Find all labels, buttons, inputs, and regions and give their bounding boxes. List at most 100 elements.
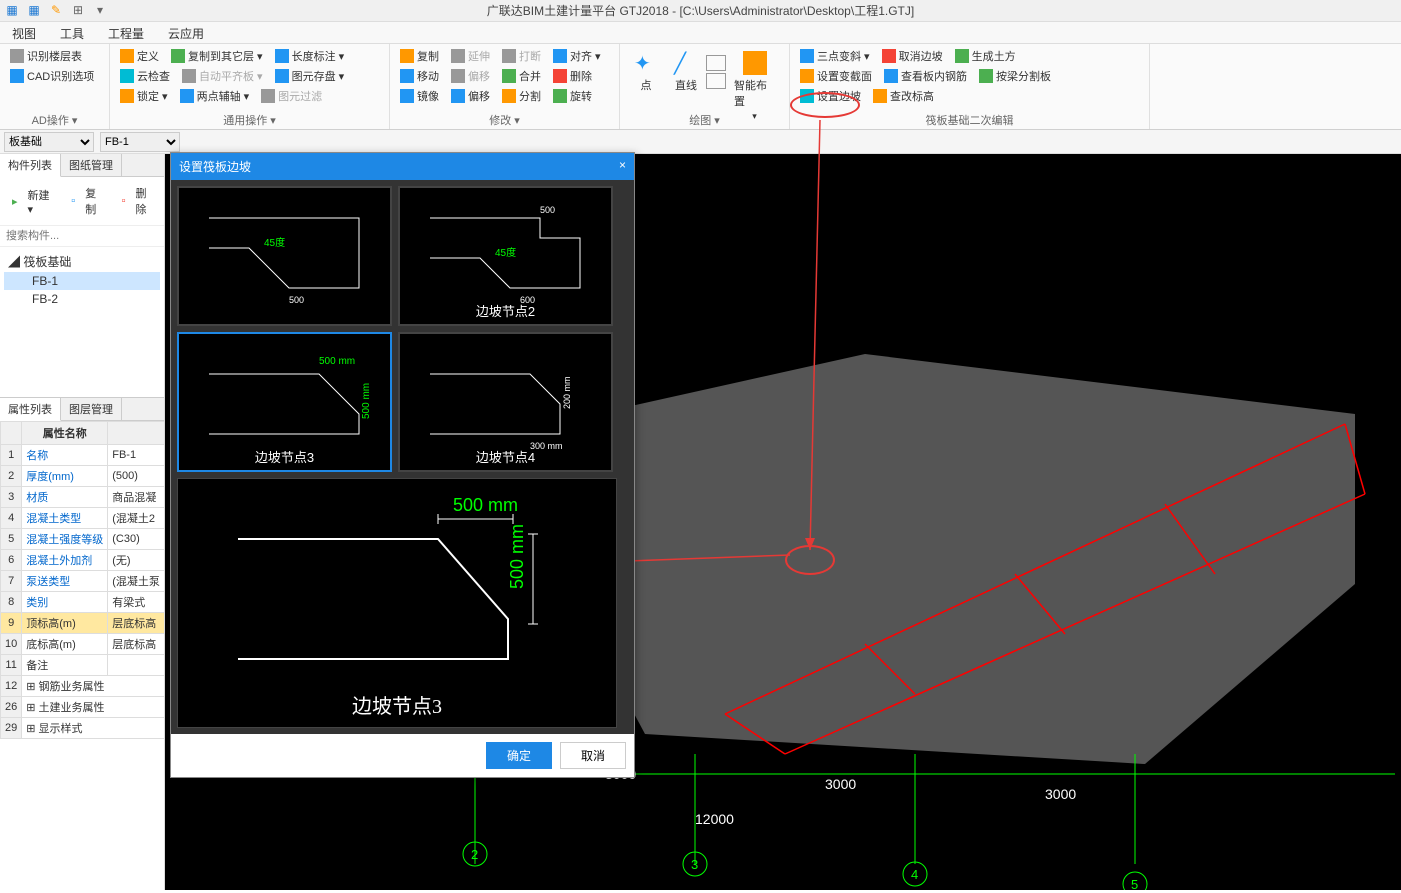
prop-value[interactable]	[108, 655, 165, 676]
prop-row[interactable]: 9顶标高(m)层底标高	[1, 613, 165, 634]
btn-merge[interactable]: 合并	[498, 67, 545, 85]
tab-components[interactable]: 构件列表	[0, 154, 61, 177]
prop-row[interactable]: 11备注	[1, 655, 165, 676]
draw-icon-2[interactable]	[706, 73, 726, 89]
node-card-4[interactable]: 300 mm 200 mm 边坡节点4	[398, 332, 613, 472]
prop-name: 混凝土强度等级	[22, 529, 108, 550]
prop-row[interactable]: 6混凝土外加剂(无)	[1, 550, 165, 571]
menu-tools[interactable]: 工具	[48, 22, 96, 43]
prop-row[interactable]: 7泵送类型(混凝土泵	[1, 571, 165, 592]
draw-icon-1[interactable]	[706, 55, 726, 71]
prop-row[interactable]: 1名称FB-1	[1, 445, 165, 466]
btn-mirror[interactable]: 镜像	[396, 87, 443, 105]
btn-cloud-check[interactable]: 云检查	[116, 67, 174, 85]
node-card-1[interactable]: 45度 800 500 边坡节点1	[177, 186, 392, 326]
btn-gen-earth[interactable]: 生成土方	[951, 47, 1020, 65]
prop-group-label[interactable]: ⊞ 土建业务属性	[22, 697, 165, 718]
btn-delete-comp[interactable]: ▫删除	[114, 181, 160, 221]
prop-value[interactable]: (混凝土2	[108, 508, 165, 529]
prop-group-label[interactable]: ⊞ 显示样式	[22, 718, 165, 739]
btn-save-drawing[interactable]: 图元存盘 ▾	[271, 67, 349, 85]
node-card-3[interactable]: 500 mm 500 mm 边坡节点3	[177, 332, 392, 472]
btn-extend[interactable]: 延伸	[447, 47, 494, 65]
btn-view-rebar[interactable]: 查看板内钢筋	[880, 67, 971, 85]
svg-text:500: 500	[289, 295, 304, 305]
prop-row[interactable]: 4混凝土类型(混凝土2	[1, 508, 165, 529]
prop-group-row[interactable]: 26⊞ 土建业务属性	[1, 697, 165, 718]
prop-value[interactable]: FB-1	[108, 445, 165, 466]
menu-cloud[interactable]: 云应用	[156, 22, 216, 43]
btn-align[interactable]: 对齐 ▾	[549, 47, 605, 65]
dialog-close-icon[interactable]: ×	[619, 158, 626, 175]
btn-copy-layer[interactable]: 复制到其它层 ▾	[167, 47, 267, 65]
btn-break[interactable]: 打断	[498, 47, 545, 65]
qat-icon-2[interactable]: ▦	[26, 2, 42, 18]
dialog-titlebar[interactable]: 设置筏板边坡 ×	[171, 153, 634, 180]
prop-value[interactable]: 商品混凝	[108, 487, 165, 508]
btn-floor-table[interactable]: 识别楼层表	[6, 47, 86, 65]
tab-properties[interactable]: 属性列表	[0, 398, 61, 421]
btn-delete[interactable]: 删除	[549, 67, 596, 85]
group-label-general[interactable]: 通用操作 ▾	[110, 112, 389, 128]
prop-group-row[interactable]: 29⊞ 显示样式	[1, 718, 165, 739]
prop-value[interactable]: (混凝土泵	[108, 571, 165, 592]
btn-move[interactable]: 移动	[396, 67, 443, 85]
search-input[interactable]	[4, 228, 160, 244]
btn-copy-comp[interactable]: ▫复制	[63, 181, 109, 221]
svg-text:45度: 45度	[495, 246, 516, 259]
btn-length-dim[interactable]: 长度标注 ▾	[271, 47, 349, 65]
prop-group-row[interactable]: 12⊞ 钢筋业务属性	[1, 676, 165, 697]
tree-root[interactable]: ◢ 筏板基础	[4, 251, 160, 272]
prop-row[interactable]: 2厚度(mm)(500)	[1, 466, 165, 487]
tree-item-fb2[interactable]: FB-2	[4, 290, 160, 308]
type-select[interactable]: 板基础	[4, 132, 94, 152]
node-card-2[interactable]: 500 45度 600 边坡节点2	[398, 186, 613, 326]
btn-cad-options[interactable]: CAD识别选项	[6, 67, 98, 85]
qat-icon-3[interactable]: ✎	[48, 2, 64, 18]
menu-quantity[interactable]: 工程量	[96, 22, 156, 43]
btn-set-section[interactable]: 设置变截面	[796, 67, 876, 85]
btn-check-elev[interactable]: 查改标高	[869, 87, 938, 105]
property-table: 属性名称 1名称FB-12厚度(mm)(500)3材质商品混凝4混凝土类型(混凝…	[0, 421, 165, 739]
btn-new[interactable]: ▸新建 ▾	[4, 181, 59, 221]
btn-three-point[interactable]: 三点变斜 ▾	[796, 47, 874, 65]
menu-view[interactable]: 视图	[0, 22, 48, 43]
tab-layers[interactable]: 图层管理	[61, 398, 122, 420]
prop-value[interactable]: 层底标高	[108, 613, 165, 634]
btn-auto-align[interactable]: 自动平齐板 ▾	[178, 67, 267, 85]
btn-define[interactable]: 定义	[116, 47, 163, 65]
prop-group-label[interactable]: ⊞ 钢筋业务属性	[22, 676, 165, 697]
btn-line[interactable]: ╱直线	[666, 47, 706, 97]
btn-offset[interactable]: 偏移	[447, 67, 494, 85]
member-select[interactable]: FB-1	[100, 132, 180, 152]
btn-two-point[interactable]: 两点辅轴 ▾	[176, 87, 254, 105]
btn-copy[interactable]: 复制	[396, 47, 443, 65]
prop-row[interactable]: 3材质商品混凝	[1, 487, 165, 508]
btn-split[interactable]: 分割	[498, 87, 545, 105]
tab-drawings[interactable]: 图纸管理	[61, 154, 122, 176]
btn-offset2[interactable]: 偏移	[447, 87, 494, 105]
prop-row[interactable]: 5混凝土强度等级(C30)	[1, 529, 165, 550]
btn-rotate[interactable]: 旋转	[549, 87, 596, 105]
tree-item-fb1[interactable]: FB-1	[4, 272, 160, 290]
prop-row[interactable]: 10底标高(m)层底标高	[1, 634, 165, 655]
prop-name: 备注	[22, 655, 108, 676]
prop-col-num	[1, 422, 22, 445]
btn-cancel-slope[interactable]: 取消边坡	[878, 47, 947, 65]
prop-value[interactable]: (无)	[108, 550, 165, 571]
qat-dropdown[interactable]: ▾	[92, 2, 108, 18]
btn-split-beam[interactable]: 按梁分割板	[975, 67, 1055, 85]
qat-icon-1[interactable]: ▦	[4, 2, 20, 18]
qat-icon-4[interactable]: ⊞	[70, 2, 86, 18]
cancel-button[interactable]: 取消	[560, 742, 626, 769]
prop-value[interactable]: (C30)	[108, 529, 165, 550]
prop-row[interactable]: 8类别有梁式	[1, 592, 165, 613]
prop-value[interactable]: 有梁式	[108, 592, 165, 613]
prop-value[interactable]: 层底标高	[108, 634, 165, 655]
ok-button[interactable]: 确定	[486, 742, 552, 769]
btn-point[interactable]: ✦点	[626, 47, 666, 97]
group-label-cad[interactable]: AD操作 ▾	[0, 112, 109, 128]
svg-text:3: 3	[691, 857, 698, 872]
btn-lock[interactable]: 锁定 ▾	[116, 87, 172, 105]
prop-value[interactable]: (500)	[108, 466, 165, 487]
